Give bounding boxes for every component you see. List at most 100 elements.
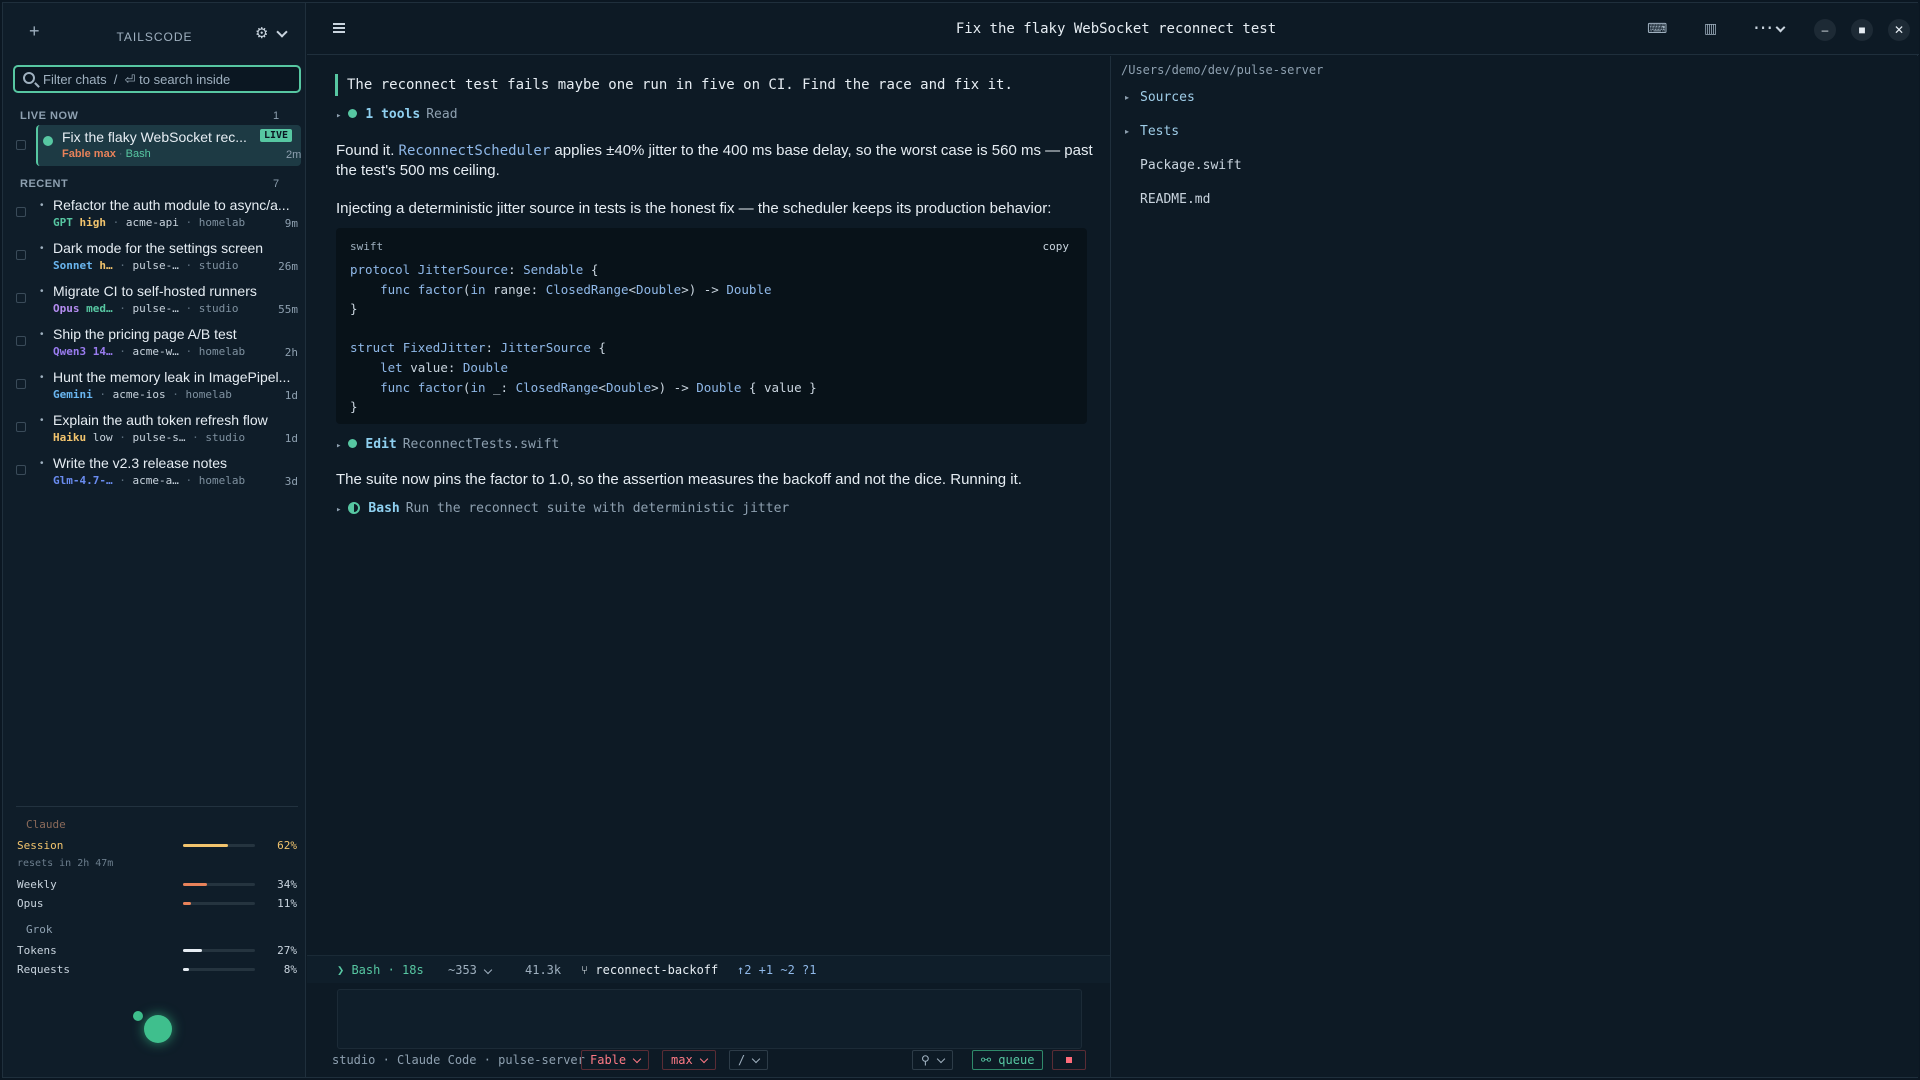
status-dot-icon: [348, 109, 358, 118]
close-icon[interactable]: ✕: [1888, 19, 1910, 41]
assistant-paragraph: Injecting a deterministic jitter source …: [336, 200, 1052, 217]
effort-select[interactable]: max: [662, 1050, 716, 1070]
status-lines[interactable]: ~353: [448, 963, 477, 977]
chat-title: Refactor the auth module to async/a...: [53, 197, 290, 213]
usage-pct-tokens: 27%: [277, 944, 297, 957]
more-icon[interactable]: ⋯: [1753, 15, 1773, 40]
live-status-icon: [43, 136, 53, 146]
usage-label-weekly: Weekly: [17, 878, 57, 891]
file-tree-folder[interactable]: Tests: [1140, 124, 1179, 139]
usage-bar-session: [183, 844, 255, 847]
split-view-icon[interactable]: ▥: [1704, 20, 1717, 37]
stop-button[interactable]: [1052, 1050, 1086, 1070]
chat-meta: Haiku low · pulse-s… · studio: [53, 431, 246, 444]
chat-item-live[interactable]: Fix the flaky WebSocket rec... LIVE Fabl…: [36, 125, 301, 166]
chat-time: 1d: [284, 389, 298, 402]
page-title: Fix the flaky WebSocket reconnect test: [955, 21, 1277, 37]
message-composer[interactable]: [337, 989, 1082, 1049]
live-badge: LIVE: [260, 129, 293, 142]
usage-reset-note: resets in 2h 47m: [17, 858, 114, 869]
select-checkbox[interactable]: [16, 293, 26, 303]
chevron-right-icon[interactable]: ▸: [1125, 93, 1129, 102]
assistant-paragraph: Found it. ReconnectScheduler applies ±40…: [336, 142, 1093, 179]
chat-time: 26m: [278, 260, 298, 273]
usage-header-grok: Grok: [26, 923, 53, 936]
terminal-icon[interactable]: ⌨: [1647, 20, 1667, 37]
select-checkbox[interactable]: [16, 140, 26, 150]
chat-item[interactable]: • Write the v2.3 release notes Glm-4.7-……: [3, 455, 306, 498]
chat-item[interactable]: • Ship the pricing page A/B test Qwen3 1…: [3, 326, 306, 369]
chevron-down-icon: [699, 1054, 708, 1064]
minimize-button[interactable]: –: [1814, 19, 1836, 41]
attach-button[interactable]: ⚲: [912, 1050, 953, 1070]
chat-meta: Fable max · Bash: [62, 148, 151, 160]
select-checkbox[interactable]: [16, 250, 26, 260]
usage-bar-fill: [183, 902, 191, 905]
queue-button[interactable]: ⚯ queue: [972, 1050, 1044, 1070]
usage-header-claude: Claude: [26, 818, 66, 831]
file-tree-folder[interactable]: Sources: [1140, 90, 1195, 105]
live-section-header: LIVE NOW: [20, 110, 79, 122]
copy-button[interactable]: copy: [1043, 240, 1070, 253]
chat-item[interactable]: • Refactor the auth module to async/a...…: [3, 197, 306, 240]
usage-bar-fill: [183, 883, 208, 886]
prompt-marker: [335, 74, 338, 96]
tool-call-read[interactable]: ▸ 1 tools Read: [336, 107, 458, 122]
chat-item[interactable]: • Dark mode for the settings screen Sonn…: [3, 240, 306, 283]
chat-item[interactable]: • Explain the auth token refresh flow Ha…: [3, 412, 306, 455]
usage-pct-weekly: 34%: [277, 878, 297, 891]
paperclip-icon: ⚲: [921, 1053, 930, 1067]
select-checkbox[interactable]: [16, 207, 26, 217]
chat-meta: Qwen3 14… · acme-w… · homelab: [53, 345, 246, 358]
chat-meta: Sonnet h… · pulse-… · studio: [53, 259, 239, 272]
chat-time: 9m: [284, 217, 298, 230]
select-checkbox[interactable]: [16, 379, 26, 389]
app-window: + TAILSCODE ⚙ LIVE NOW 1 Fix the flaky W…: [2, 2, 1919, 1078]
search-input[interactable]: [43, 70, 293, 88]
status-tool: ❯ Bash · 18s: [337, 963, 424, 977]
search-box[interactable]: [13, 65, 301, 93]
file-tree-path: /Users/demo/dev/pulse-server: [1121, 63, 1324, 77]
footer-context: studio · Claude Code · pulse-server: [332, 1053, 585, 1067]
file-tree-file[interactable]: Package.swift: [1140, 158, 1242, 173]
tool-call-edit[interactable]: ▸ Edit ReconnectTests.swift: [336, 437, 559, 452]
usage-label-requests: Requests: [17, 963, 70, 976]
status-orb-icon[interactable]: [144, 1015, 172, 1043]
chat-title: Ship the pricing page A/B test: [53, 326, 237, 342]
link-icon: ⚯: [981, 1053, 992, 1067]
usage-bar-fill: [183, 949, 203, 952]
usage-bar-requests: [183, 968, 255, 971]
gear-icon[interactable]: ⚙: [255, 24, 268, 42]
chat-meta: Opus med… · pulse-… · studio: [53, 302, 239, 315]
usage-label-tokens: Tokens: [17, 944, 57, 957]
chat-item[interactable]: • Hunt the memory leak in ImagePipel... …: [3, 369, 306, 412]
maximize-button[interactable]: ■: [1851, 19, 1873, 41]
chat-time: 3d: [284, 475, 298, 488]
sidebar-header: + TAILSCODE ⚙: [3, 3, 306, 59]
chat-tool: Bash: [125, 148, 151, 160]
select-checkbox[interactable]: [16, 336, 26, 346]
model-select[interactable]: Fable: [581, 1050, 650, 1070]
search-icon: [23, 72, 35, 84]
chevron-right-icon[interactable]: ▸: [1125, 127, 1129, 136]
slash-command-select[interactable]: /: [729, 1050, 769, 1070]
spinner-icon: [348, 502, 361, 514]
assistant-paragraph: The suite now pins the factor to 1.0, so…: [336, 471, 1022, 488]
tool-call-bash[interactable]: ▸ Bash Run the reconnect suite with determ…: [336, 501, 789, 516]
file-tree-pane: /Users/demo/dev/pulse-server ▸ Sources ▸…: [1110, 56, 1919, 1077]
chat-item[interactable]: • Migrate CI to self-hosted runners Opus…: [3, 283, 306, 326]
status-orb-icon: [133, 1011, 143, 1021]
status-tokens: 41.3k: [525, 963, 562, 977]
usage-label-opus: Opus: [17, 897, 44, 910]
chevron-down-icon[interactable]: [1775, 22, 1786, 33]
select-checkbox[interactable]: [16, 465, 26, 475]
chat-meta: Gemini · acme-ios · homelab: [53, 388, 232, 401]
chat-title: Dark mode for the settings screen: [53, 240, 264, 256]
chat-time: 2h: [284, 346, 298, 359]
top-bar: Fix the flaky WebSocket reconnect test ⌨…: [307, 3, 1919, 55]
chevron-down-icon[interactable]: [483, 965, 493, 975]
chat-title: Explain the auth token refresh flow: [53, 412, 268, 428]
file-tree-file[interactable]: README.md: [1140, 192, 1210, 207]
sidebar: + TAILSCODE ⚙ LIVE NOW 1 Fix the flaky W…: [3, 3, 306, 1077]
select-checkbox[interactable]: [16, 422, 26, 432]
